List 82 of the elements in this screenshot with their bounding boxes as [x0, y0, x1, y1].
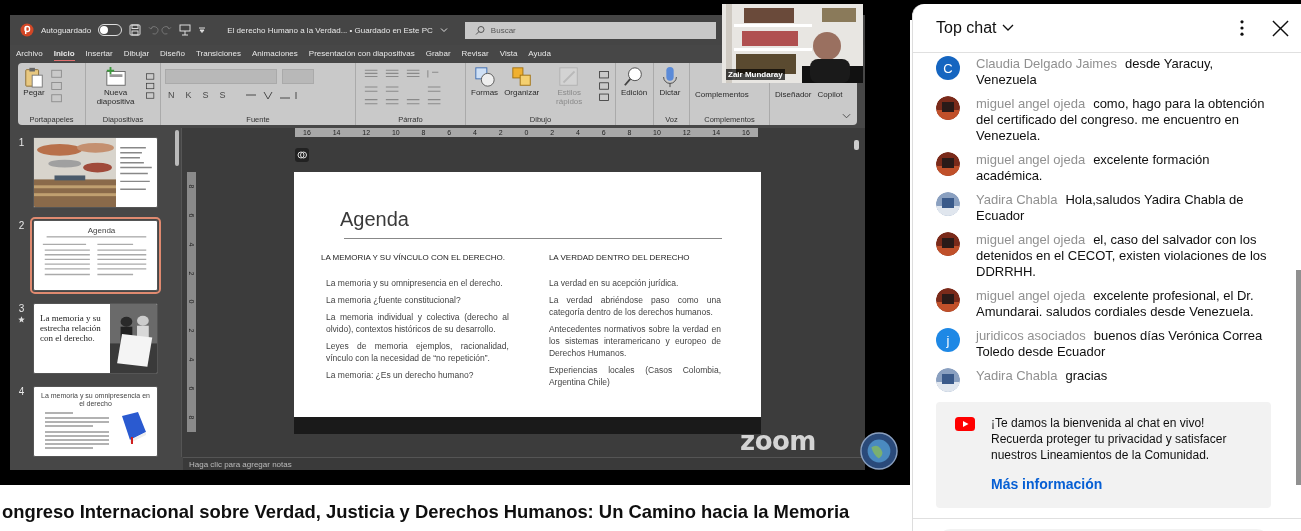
- chat-mode-dropdown[interactable]: Top chat: [936, 19, 997, 37]
- chevron-down-icon[interactable]: [1002, 24, 1015, 32]
- chat-message: juridicos asociados buenos días Verónica Correa Toledo desde Ecuador: [976, 328, 1264, 360]
- ribbon-tab[interactable]: Animaciones: [252, 47, 298, 61]
- search-icon: [464, 21, 491, 39]
- ribbon-tab[interactable]: Insertar: [85, 47, 113, 61]
- ribbon-tab[interactable]: Archivo: [16, 47, 43, 61]
- new-slide-icon: [104, 66, 127, 88]
- quick-styles-icon: [558, 66, 581, 88]
- agenda-item: La verdad en su acepción jurídica.: [548, 277, 680, 289]
- ribbon-tab[interactable]: Dibujar: [123, 47, 150, 61]
- ribbon-tab[interactable]: Ayuda: [528, 47, 551, 61]
- new-slide-button[interactable]: Nueva diapositiva: [90, 66, 142, 107]
- more-icon[interactable]: [1240, 20, 1244, 36]
- ribbon-tab[interactable]: Diseño: [160, 47, 185, 61]
- paste-button[interactable]: Pegar: [22, 66, 46, 98]
- watermark-logo: zoom: [740, 428, 816, 454]
- agenda-item: La verdad abriéndose paso como una categoría dentro de los derechos humanos.: [548, 294, 721, 318]
- app-logo-icon: [20, 23, 34, 37]
- chat-message: Yadira Chabla Hola,saludos Yadira Chabla de Ecuador: [976, 192, 1245, 224]
- save-icon[interactable]: [129, 24, 142, 36]
- scrollbar-thumb[interactable]: [175, 130, 179, 166]
- welcome-message: ¡Te damos la bienvenida al chat en vivo! Recuerda proteger tu privacidad y satisfacer nuestros Lineamientos de la Comunidad.: [991, 415, 1228, 463]
- scrollbar-thumb[interactable]: [854, 140, 859, 150]
- thumbnail-title: Agenda: [86, 227, 117, 235]
- scrollbar-thumb[interactable]: [1296, 270, 1301, 485]
- copilot-icon[interactable]: [295, 147, 309, 162]
- more-info-link[interactable]: Más información: [991, 476, 1255, 492]
- thumbnail-title: La memoria y su estrecha relación con el derecho.: [39, 312, 102, 345]
- dictate-button[interactable]: Dictar: [658, 66, 682, 98]
- notes-field[interactable]: Haga clic para agregar notas: [183, 457, 865, 470]
- column-heading: LA MEMORIA Y SU VÍNCULO CON EL DERECHO.: [321, 253, 506, 262]
- chat-message: Yadira Chabla gracias: [976, 368, 1109, 385]
- slide-number: 4: [18, 386, 25, 397]
- slide-title: Agenda: [340, 209, 410, 229]
- agenda-item: La memoria y su omnipresencia en el derecho.: [326, 277, 504, 289]
- slide-thumbnail[interactable]: La memoria y su estrecha relación con el derecho.: [33, 303, 158, 374]
- video-logo-icon: [955, 417, 975, 431]
- participant-name: Zair Mundaray: [726, 69, 785, 80]
- column-heading: LA VERDAD DENTRO DEL DERECHO: [548, 253, 691, 262]
- arrange-button[interactable]: Organizar: [503, 66, 541, 98]
- ribbon-tab[interactable]: Grabar: [425, 47, 451, 61]
- chat-message: Claudia Delgado Jaimes desde Yaracuy, Venezuela: [976, 56, 1215, 88]
- agenda-item: La memoria: ¿Es un derecho humano?: [326, 369, 475, 381]
- add-ins-button[interactable]: Complementos: [694, 91, 750, 100]
- agenda-item: Antecedentes normativos sobre la verdad en los sistemas interamericano y europeo de Derechos Humanos.: [548, 323, 721, 359]
- arrange-icon: [510, 66, 533, 88]
- avatar[interactable]: j: [936, 328, 960, 352]
- agenda-item: Leyes de memoria ejemplos, racionalidad, vínculo con la necesidad de “no repetición”.: [326, 340, 509, 364]
- agenda-item: Experiencias locales (Casos Colombia, Argentina Chile): [548, 364, 721, 388]
- chat-message: miguel angel ojeda excelente formación académica.: [976, 152, 1211, 184]
- chat-message: miguel angel ojeda el, caso del salvador con los detenidos en el CECOT, existen violaciones de los DDRRHH.: [976, 232, 1268, 280]
- slide-number: 1: [18, 137, 25, 148]
- editing-button[interactable]: Edición: [620, 66, 649, 98]
- ribbon-tab[interactable]: Vista: [499, 47, 518, 61]
- designer-button[interactable]: Diseñador: [774, 91, 813, 100]
- ribbon-tab[interactable]: Revisar: [461, 47, 489, 61]
- video-title: ongreso Internacional sobre Verdad, Justicia y Derechos Humanos: Un Camino hacia la Memoria: [1, 500, 851, 523]
- customize-icon[interactable]: [198, 26, 207, 34]
- slide-thumbnail[interactable]: [33, 137, 158, 208]
- agenda-item: La memoria ¿fuente constitucional?: [326, 294, 462, 306]
- ribbon-tab[interactable]: Presentación con diapositivas: [308, 47, 415, 61]
- copilot-button[interactable]: Copilot: [816, 91, 844, 100]
- ribbon-tab[interactable]: Transiciones: [195, 47, 241, 61]
- present-icon[interactable]: [179, 24, 192, 36]
- autosave-label: Autoguardado: [41, 25, 92, 35]
- shapes-button[interactable]: Formas: [470, 66, 500, 98]
- document-title[interactable]: El derecho Humano a la Verdad... • Guardado en Este PC: [227, 25, 433, 35]
- slide-number: 2: [18, 220, 25, 231]
- collapse-ribbon-icon[interactable]: [842, 113, 851, 119]
- chat-message: miguel angel ojeda como, hago para la obtención del certificado del congreso. me encuentro en Venezuela.: [976, 96, 1266, 144]
- clipboard-icon: [23, 66, 45, 88]
- search-field[interactable]: Buscar: [490, 21, 716, 39]
- avatar[interactable]: C: [936, 56, 960, 80]
- slide-thumbnail[interactable]: Agenda: [33, 220, 158, 291]
- globe-icon: [860, 432, 898, 470]
- chat-message: miguel angel ojeda excelente profesional, el Dr. Amundarai. saludos cordiales desde Venezuela.: [976, 288, 1255, 320]
- ribbon-tab[interactable]: Inicio: [53, 47, 75, 61]
- agenda-item: La memoria individual y colectiva (derecho al olvido), contextos históricos de su desarrollo.: [326, 311, 509, 335]
- shapes-icon: [473, 66, 496, 88]
- close-icon[interactable]: [1272, 19, 1289, 37]
- slide-number: 3: [18, 303, 25, 314]
